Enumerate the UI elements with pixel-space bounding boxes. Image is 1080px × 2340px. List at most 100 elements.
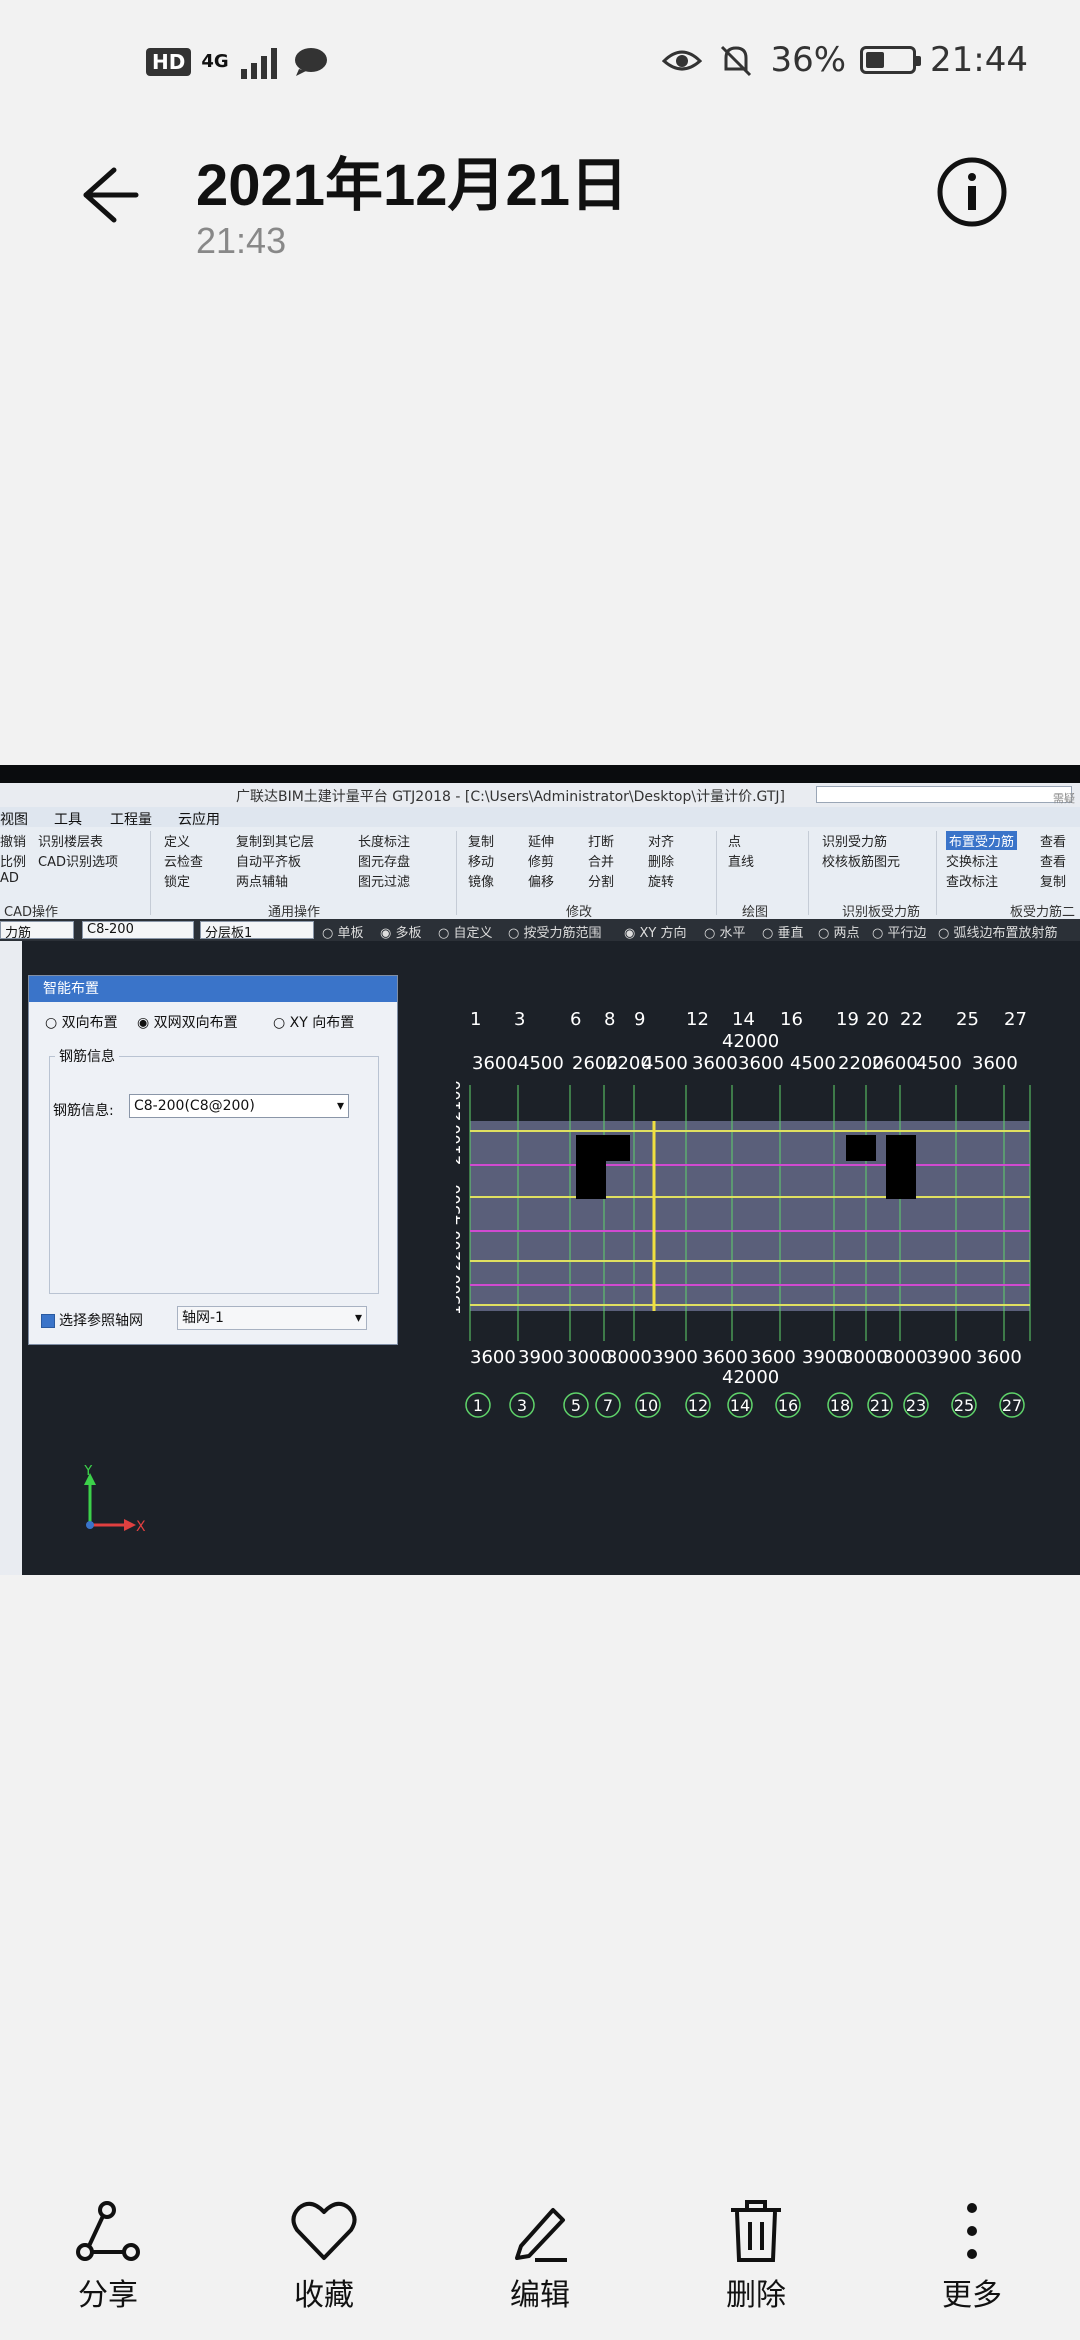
ribbon-group-label: 通用操作 (268, 905, 321, 920)
rebar-info-label: 钢筋信息: (53, 1103, 114, 1119)
viewer-header: 2021年12月21日 21:43 (0, 120, 1080, 270)
ref-axis-combo: 轴网-1 ▾ (177, 1306, 367, 1330)
axis-label: 14 (732, 1009, 755, 1030)
battery-icon (860, 46, 922, 74)
ribbon-item-active: 布置受力筋 (946, 831, 1018, 850)
clock: 21:44 (930, 40, 1028, 80)
ribbon-item: 移动 (468, 855, 495, 870)
bottom-axis-bubbles: 1 3 5 7 10 12 14 16 18 21 23 25 27 (465, 1392, 1025, 1418)
option-radio: 垂直 (762, 922, 803, 941)
app-title-bar: 广联达BIM土建计量平台 GTJ2018 - [C:\Users\Adminis… (0, 783, 1080, 869)
axis-label: 10 (638, 1396, 658, 1415)
menu-item: 云应用 (178, 812, 220, 828)
ribbon-item: 查改标注 (946, 875, 999, 890)
left-panel-edge (0, 941, 22, 1575)
app-title: 广联达BIM土建计量平台 GTJ2018 - [C:\Users\Adminis… (236, 789, 786, 805)
layer-combo: 分层板1 (200, 921, 314, 941)
ribbon-group-label: CAD操作 (4, 905, 58, 920)
total-dimension: 42000 (722, 1367, 779, 1388)
opening (886, 1135, 916, 1199)
layout-option-radio: 双向布置 (45, 1012, 118, 1032)
dimension-label: 3600 (472, 1053, 518, 1074)
delete-button[interactable]: 删除 (686, 2198, 826, 2314)
status-bar: HD 4G 36% 21:44 (0, 0, 1080, 120)
left-dimensions: 12000 2100 4500 2200 1200 1500 2100 (456, 1080, 464, 1315)
axis-label: 1 (473, 1396, 483, 1415)
smart-layout-dialog: 智能布置 双向布置 双网双向布置 XY 向布置 钢筋信息 钢筋信息: C8-20… (28, 975, 398, 1345)
dimension-label: 2100 (456, 1124, 464, 1165)
network-type: 4G (201, 51, 229, 72)
ribbon-item: 图元过滤 (358, 875, 411, 890)
ribbon-separator (456, 831, 457, 915)
info-icon[interactable] (936, 156, 1008, 228)
axis-label: 21 (870, 1396, 890, 1415)
monitor-bezel (0, 765, 1080, 783)
option-radio: 水平 (704, 922, 745, 941)
favorite-button[interactable]: 收藏 (254, 2198, 394, 2314)
edit-button[interactable]: 编辑 (470, 2198, 610, 2314)
photo-time: 21:43 (196, 220, 287, 261)
dimension-label: 4500 (456, 1184, 464, 1225)
edit-icon (515, 2208, 567, 2262)
option-radio-selected: 多板 (380, 922, 421, 941)
favorite-label: 收藏 (294, 2278, 354, 2313)
status-right: 36% 21:44 (662, 40, 1028, 80)
ribbon-item: 点 (728, 835, 742, 850)
axis-label: 1 (470, 1009, 481, 1030)
axis-label: 22 (900, 1009, 923, 1030)
axis-label: 25 (956, 1009, 979, 1030)
dimension-label: 3000 (882, 1347, 928, 1368)
dimension-label: 3900 (802, 1347, 848, 1368)
axis-label: 16 (780, 1009, 803, 1030)
photo-image: 广联达BIM土建计量平台 GTJ2018 - [C:\Users\Adminis… (0, 765, 1080, 1575)
menu-item: 工具 (54, 812, 82, 828)
ribbon-item: 查看 (1040, 835, 1067, 850)
ribbon-item: 镜像 (468, 875, 495, 890)
signal-icon (240, 48, 277, 79)
more-label: 更多 (942, 2278, 1002, 2313)
ribbon-item: 直线 (728, 855, 755, 870)
ribbon-group-label: 绘图 (742, 905, 769, 920)
ribbon-item: 云检查 (164, 855, 204, 870)
dimension-label: 3600 (976, 1347, 1022, 1368)
axis-label: 16 (778, 1396, 798, 1415)
ribbon-item: 两点辅轴 (236, 875, 289, 890)
opening (606, 1135, 630, 1161)
ribbon-item: 比例 (0, 855, 27, 870)
share-icon (76, 2201, 140, 2261)
dimension-label: 4500 (642, 1053, 688, 1074)
photo-date-title: 2021年12月21日 (196, 153, 629, 218)
back-arrow-icon[interactable] (74, 160, 144, 230)
rebar-spec-combo: C8-200 (82, 921, 194, 939)
battery-level (866, 52, 885, 68)
option-bar: 力筋 C8-200 分层板1 单板 多板 自定义 按受力筋范围 XY 方向 水平… (0, 919, 1080, 941)
ribbon-item: 校核板筋图元 (822, 855, 901, 870)
more-button[interactable]: 更多 (902, 2198, 1042, 2314)
heart-icon (291, 2201, 357, 2260)
axis-label: 12 (688, 1396, 708, 1415)
dimension-label: 3900 (652, 1347, 698, 1368)
rebar-info-combo: C8-200(C8@200) ▾ (129, 1094, 349, 1118)
ribbon-item: 交换标注 (946, 855, 999, 870)
opening (576, 1135, 606, 1199)
ribbon-item: 合并 (588, 855, 615, 870)
component-type-combo: 力筋 (0, 921, 74, 941)
dimension-label: 3600 (972, 1053, 1018, 1074)
dimension-label: 4500 (518, 1053, 564, 1074)
bottom-action-bar: 分享 收藏 编辑 删除 更多 (0, 2180, 1080, 2340)
ribbon-item: 修剪 (528, 855, 555, 870)
share-button[interactable]: 分享 (38, 2198, 178, 2314)
silent-bell-icon (721, 45, 752, 77)
ribbon-item: 自动平齐板 (236, 855, 302, 870)
ribbon-group-label: 修改 (566, 905, 593, 920)
ribbon-item: 复制 (468, 835, 495, 850)
search-box: 需疑解惑，搜这里 (816, 786, 1075, 869)
dimension-label: 3000 (842, 1347, 888, 1368)
ribbon-item: AD (0, 871, 19, 886)
axis-label: 19 (836, 1009, 859, 1030)
dropdown-arrow-icon: ▾ (336, 1098, 344, 1114)
floor-plan-drawing: 1 3 6 8 9 12 14 16 19 20 22 25 27 42000 … (456, 1009, 1031, 1418)
axis-label: 9 (634, 1009, 645, 1030)
total-dimension: 42000 (722, 1031, 779, 1052)
ribbon-separator (936, 831, 937, 915)
